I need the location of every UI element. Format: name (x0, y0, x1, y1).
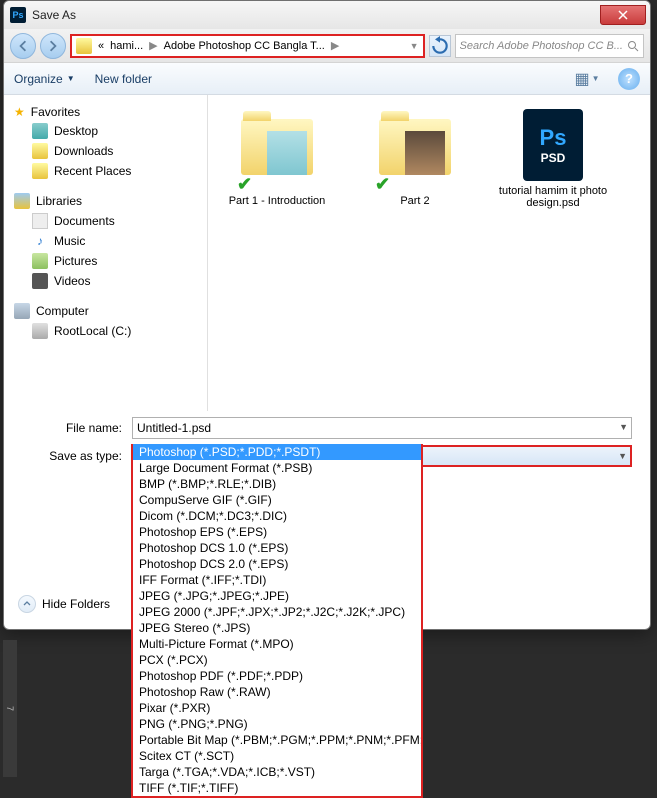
search-placeholder: Search Adobe Photoshop CC B... (460, 40, 623, 52)
breadcrumb-1[interactable]: hami... (110, 40, 143, 52)
videos-icon (32, 273, 48, 289)
filename-field[interactable]: ▼ (132, 417, 632, 439)
item-label: Part 2 (360, 195, 470, 207)
chevron-down-icon[interactable]: ▼ (410, 41, 419, 51)
folder-icon (76, 38, 92, 54)
format-option[interactable]: CompuServe GIF (*.GIF) (133, 492, 421, 508)
search-icon (627, 40, 639, 52)
format-option[interactable]: JPEG (*.JPG;*.JPEG;*.JPE) (133, 588, 421, 604)
search-input[interactable]: Search Adobe Photoshop CC B... (455, 34, 644, 58)
sidebar-item-desktop[interactable]: Desktop (4, 121, 207, 141)
star-icon: ★ (14, 105, 25, 119)
sidebar-favorites[interactable]: ★Favorites (4, 103, 207, 121)
filename-input[interactable] (137, 421, 627, 435)
format-option[interactable]: Portable Bit Map (*.PBM;*.PGM;*.PPM;*.PN… (133, 732, 421, 748)
chevron-down-icon[interactable]: ▼ (618, 451, 627, 461)
chevron-right-icon: ▶ (331, 39, 339, 52)
item-label: tutorial hamim it photo design.psd (498, 185, 608, 209)
format-option[interactable]: Pixar (*.PXR) (133, 700, 421, 716)
new-folder-button[interactable]: New folder (95, 72, 152, 86)
type-dropdown[interactable]: Photoshop (*.PSD;*.PDD;*.PSDT)Large Docu… (131, 444, 423, 798)
sidebar-computer[interactable]: Computer (4, 301, 207, 321)
sidebar-item-pictures[interactable]: Pictures (4, 251, 207, 271)
format-option[interactable]: PCX (*.PCX) (133, 652, 421, 668)
sidebar-item-rootlocal[interactable]: RootLocal (C:) (4, 321, 207, 341)
sidebar-libraries[interactable]: Libraries (4, 191, 207, 211)
sidebar-item-documents[interactable]: Documents (4, 211, 207, 231)
downloads-icon (32, 143, 48, 159)
refresh-button[interactable] (429, 35, 451, 57)
chevron-down-icon: ▼ (67, 74, 75, 83)
item-label: Part 1 - Introduction (222, 195, 332, 207)
chevron-right-icon: ▶ (149, 39, 157, 52)
chevron-up-icon (18, 595, 36, 613)
sidebar-item-music[interactable]: ♪Music (4, 231, 207, 251)
format-option[interactable]: TIFF (*.TIF;*.TIFF) (133, 780, 421, 796)
back-button[interactable] (10, 33, 36, 59)
libraries-icon (14, 193, 30, 209)
nav-bar: « hami... ▶ Adobe Photoshop CC Bangla T.… (4, 29, 650, 63)
format-option[interactable]: Targa (*.TGA;*.VDA;*.ICB;*.VST) (133, 764, 421, 780)
organize-button[interactable]: Organize▼ (14, 72, 75, 86)
format-option[interactable]: Photoshop PDF (*.PDF;*.PDP) (133, 668, 421, 684)
format-option[interactable]: IFF Format (*.IFF;*.TDI) (133, 572, 421, 588)
filename-label: File name: (22, 421, 132, 435)
recent-icon (32, 163, 48, 179)
format-option[interactable]: Multi-Picture Format (*.MPO) (133, 636, 421, 652)
forward-button[interactable] (40, 33, 66, 59)
format-option[interactable]: Scitex CT (*.SCT) (133, 748, 421, 764)
photoshop-icon: Ps (10, 7, 26, 23)
format-option[interactable]: PNG (*.PNG;*.PNG) (133, 716, 421, 732)
view-options-button[interactable]: ▦▼ (576, 68, 598, 90)
list-item[interactable]: ✔ Part 2 (360, 109, 470, 207)
breadcrumb-2[interactable]: Adobe Photoshop CC Bangla T... (164, 40, 325, 52)
format-option[interactable]: JPEG Stereo (*.JPS) (133, 620, 421, 636)
help-button[interactable]: ? (618, 68, 640, 90)
file-list[interactable]: ✔ Part 1 - Introduction ✔ Part 2 PsPSD t… (208, 95, 650, 411)
format-option[interactable]: Photoshop Raw (*.RAW) (133, 684, 421, 700)
format-option[interactable]: Photoshop DCS 2.0 (*.EPS) (133, 556, 421, 572)
format-option[interactable]: Large Document Format (*.PSB) (133, 460, 421, 476)
titlebar: Ps Save As (4, 1, 650, 29)
path-prefix: « (98, 40, 104, 52)
documents-icon (32, 213, 48, 229)
music-icon: ♪ (32, 233, 48, 249)
format-option[interactable]: Photoshop DCS 1.0 (*.EPS) (133, 540, 421, 556)
sidebar-item-videos[interactable]: Videos (4, 271, 207, 291)
window-title: Save As (32, 8, 76, 22)
type-label: Save as type: (22, 449, 132, 463)
format-option[interactable]: Photoshop EPS (*.EPS) (133, 524, 421, 540)
address-bar[interactable]: « hami... ▶ Adobe Photoshop CC Bangla T.… (70, 34, 425, 58)
format-option[interactable]: Dicom (*.DCM;*.DC3;*.DIC) (133, 508, 421, 524)
list-item[interactable]: ✔ Part 1 - Introduction (222, 109, 332, 207)
close-icon (618, 10, 628, 20)
check-icon: ✔ (237, 174, 252, 195)
drive-icon (32, 323, 48, 339)
format-option[interactable]: JPEG 2000 (*.JPF;*.JPX;*.JP2;*.J2C;*.J2K… (133, 604, 421, 620)
sidebar-item-recent[interactable]: Recent Places (4, 161, 207, 181)
sidebar: ★Favorites Desktop Downloads Recent Plac… (4, 95, 208, 411)
chevron-down-icon[interactable]: ▼ (619, 422, 628, 432)
format-option[interactable]: Photoshop (*.PSD;*.PDD;*.PSDT) (133, 444, 421, 460)
pictures-icon (32, 253, 48, 269)
check-icon: ✔ (375, 174, 390, 195)
list-item[interactable]: PsPSD tutorial hamim it photo design.psd (498, 109, 608, 209)
desktop-icon (32, 123, 48, 139)
sidebar-item-downloads[interactable]: Downloads (4, 141, 207, 161)
close-button[interactable] (600, 5, 646, 25)
ruler: 7 (3, 640, 17, 777)
toolbar: Organize▼ New folder ▦▼ ? (4, 63, 650, 95)
format-option[interactable]: BMP (*.BMP;*.RLE;*.DIB) (133, 476, 421, 492)
hide-folders-button[interactable]: Hide Folders (18, 595, 110, 613)
computer-icon (14, 303, 30, 319)
